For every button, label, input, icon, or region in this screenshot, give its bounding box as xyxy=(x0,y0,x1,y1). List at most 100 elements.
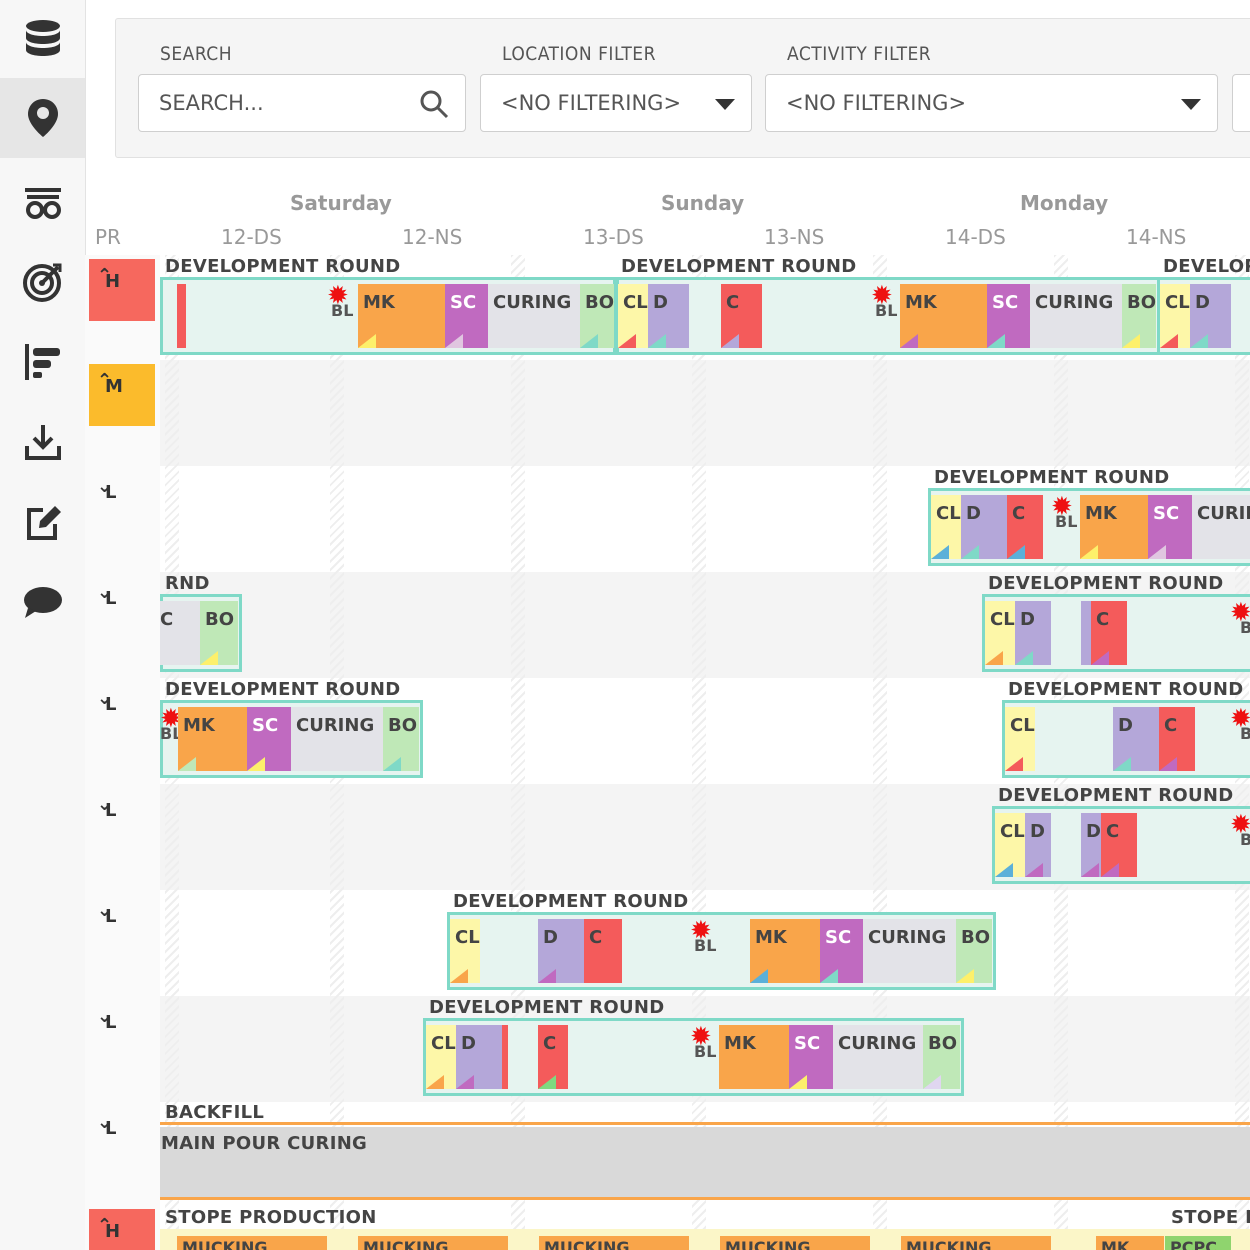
backfill-line xyxy=(160,1122,1250,1125)
activity-d[interactable]: D xyxy=(456,1025,502,1089)
activity-mk[interactable]: MK xyxy=(1080,495,1148,559)
activity-mk[interactable]: MK xyxy=(358,284,445,348)
sidebar-database[interactable] xyxy=(0,0,85,80)
activity-pcpc[interactable]: PCPC xyxy=(1165,1236,1231,1250)
activity-filter-select[interactable]: <NO FILTERING> xyxy=(765,74,1218,132)
activity-c[interactable]: C xyxy=(1101,813,1137,877)
activity-sc[interactable]: SC xyxy=(789,1025,833,1089)
activity-mucking[interactable]: MUCKING xyxy=(539,1236,689,1250)
activity-d[interactable]: D xyxy=(538,919,584,983)
sidebar-cart[interactable] xyxy=(0,162,85,242)
activity-curing[interactable]: CURING xyxy=(833,1025,923,1089)
sidebar-chat[interactable] xyxy=(0,562,85,642)
activity-bo[interactable]: BO xyxy=(956,919,992,983)
activity-c[interactable]: C xyxy=(1091,601,1127,665)
sidebar-target[interactable] xyxy=(0,242,85,322)
priority-badge-high[interactable]: H ⌃ xyxy=(89,259,155,321)
priority-badge-low[interactable]: L ⌄ xyxy=(89,470,155,532)
day-header-saturday: Saturday xyxy=(290,191,392,215)
priority-letter: L xyxy=(105,906,117,927)
filter-bar: SEARCH SEARCH... LOCATION FILTER <NO FIL… xyxy=(115,18,1250,158)
activity-d[interactable]: D xyxy=(1025,813,1051,877)
group-label: DEVELOPMENT ROUND xyxy=(998,785,1234,806)
location-filter-select[interactable]: <NO FILTERING> xyxy=(480,74,752,132)
activity-mk[interactable]: MK xyxy=(1096,1236,1164,1250)
activity-bo[interactable]: BO xyxy=(580,284,614,348)
group-label: DEVELOPMENT ROUND xyxy=(165,256,401,277)
sidebar-location[interactable] xyxy=(0,78,85,158)
target-icon xyxy=(22,263,61,302)
priority-letter: H xyxy=(105,1221,121,1242)
group-label: DEVELOPMENT ROUND xyxy=(1008,679,1244,700)
activity-cl[interactable]: CL xyxy=(426,1025,456,1089)
activity-d[interactable]: D xyxy=(1190,284,1231,348)
priority-badge-low[interactable]: L ⌄ xyxy=(89,1000,155,1062)
activity-cl[interactable]: CL xyxy=(618,284,648,348)
priority-letter: L xyxy=(105,482,117,503)
group-label: DEVELOPMENT ROUND xyxy=(621,256,857,277)
activity-curing[interactable]: CURING xyxy=(488,284,580,348)
activity-d[interactable] xyxy=(1081,601,1091,665)
priority-badge-low[interactable]: L ⌄ xyxy=(89,894,155,956)
activity-cl[interactable]: CL xyxy=(1005,707,1035,771)
activity-bo[interactable]: BO xyxy=(1122,284,1156,348)
activity-cl[interactable]: CL xyxy=(995,813,1025,877)
priority-letter: L xyxy=(105,588,117,609)
activity-cl[interactable]: CL xyxy=(1160,284,1190,348)
activity-c[interactable]: C xyxy=(538,1025,568,1089)
activity-sc[interactable]: SC xyxy=(247,707,291,771)
chevron-down-icon xyxy=(715,99,735,110)
activity-c[interactable]: C xyxy=(1159,707,1195,771)
sidebar-download[interactable] xyxy=(0,402,85,482)
priority-badge-low[interactable]: L ⌄ xyxy=(89,788,155,850)
activity-mk[interactable]: MK xyxy=(900,284,987,348)
activity-mucking[interactable]: MUCKING xyxy=(901,1236,1051,1250)
activity-curing[interactable]: CURIN xyxy=(1192,495,1250,559)
activity-d[interactable]: D xyxy=(1081,813,1101,877)
activity-sc[interactable]: SC xyxy=(1148,495,1192,559)
activity-c[interactable]: C xyxy=(1007,495,1043,559)
main-pour-curing-bar[interactable]: MAIN POUR CURING xyxy=(160,1127,1250,1197)
activity-curing[interactable]: CURING xyxy=(1030,284,1122,348)
activity-c[interactable]: C xyxy=(584,919,622,983)
activity-mucking[interactable]: MUCKING xyxy=(358,1236,508,1250)
activity-c[interactable] xyxy=(177,284,186,348)
activity-d[interactable]: D xyxy=(1113,707,1159,771)
activity-bo[interactable]: BO xyxy=(200,601,238,665)
activity-d[interactable]: D xyxy=(648,284,689,348)
grid-line xyxy=(873,255,887,1250)
activity-mucking[interactable]: MUCKING xyxy=(720,1236,870,1250)
priority-badge-low[interactable]: L ⌄ xyxy=(89,576,155,638)
priority-badge-high[interactable]: H ⌃ xyxy=(89,1209,155,1250)
activity-curing[interactable]: CURING xyxy=(291,707,383,771)
group-label: DEVELOP xyxy=(1163,256,1250,277)
activity-bo[interactable]: BO xyxy=(383,707,419,771)
search-icon[interactable] xyxy=(419,89,449,119)
activity-c[interactable]: C xyxy=(160,601,200,665)
extra-filter-box[interactable] xyxy=(1232,74,1250,132)
search-input[interactable]: SEARCH... xyxy=(138,74,466,132)
activity-mucking[interactable]: MUCKING xyxy=(177,1236,327,1250)
activity-d[interactable]: D xyxy=(961,495,1007,559)
activity-d[interactable]: D xyxy=(1015,601,1051,665)
activity-curing[interactable]: CURING xyxy=(863,919,956,983)
activity-mk[interactable]: MK xyxy=(178,707,247,771)
activity-cl[interactable]: CL xyxy=(450,919,480,983)
sidebar-edit[interactable] xyxy=(0,482,85,562)
priority-badge-low[interactable]: L ⌄ xyxy=(89,682,155,744)
activity-sc[interactable]: SC xyxy=(820,919,863,983)
priority-badge-low[interactable]: L ⌄ xyxy=(89,1106,155,1168)
priority-badge-medium[interactable]: M ⌃ xyxy=(89,364,155,426)
location-pin-icon xyxy=(27,99,58,137)
activity-mk[interactable]: MK xyxy=(719,1025,789,1089)
activity-c[interactable] xyxy=(502,1025,508,1089)
activity-mk[interactable]: MK xyxy=(750,919,820,983)
sidebar-gantt[interactable] xyxy=(0,322,85,402)
activity-cl[interactable]: CL xyxy=(931,495,961,559)
activity-sc[interactable]: SC xyxy=(445,284,488,348)
group-label: DEVELOPMENT ROUND xyxy=(453,891,689,912)
activity-c[interactable]: C xyxy=(721,284,762,348)
activity-sc[interactable]: SC xyxy=(987,284,1030,348)
activity-bo[interactable]: BO xyxy=(923,1025,960,1089)
activity-cl[interactable]: CL xyxy=(985,601,1015,665)
